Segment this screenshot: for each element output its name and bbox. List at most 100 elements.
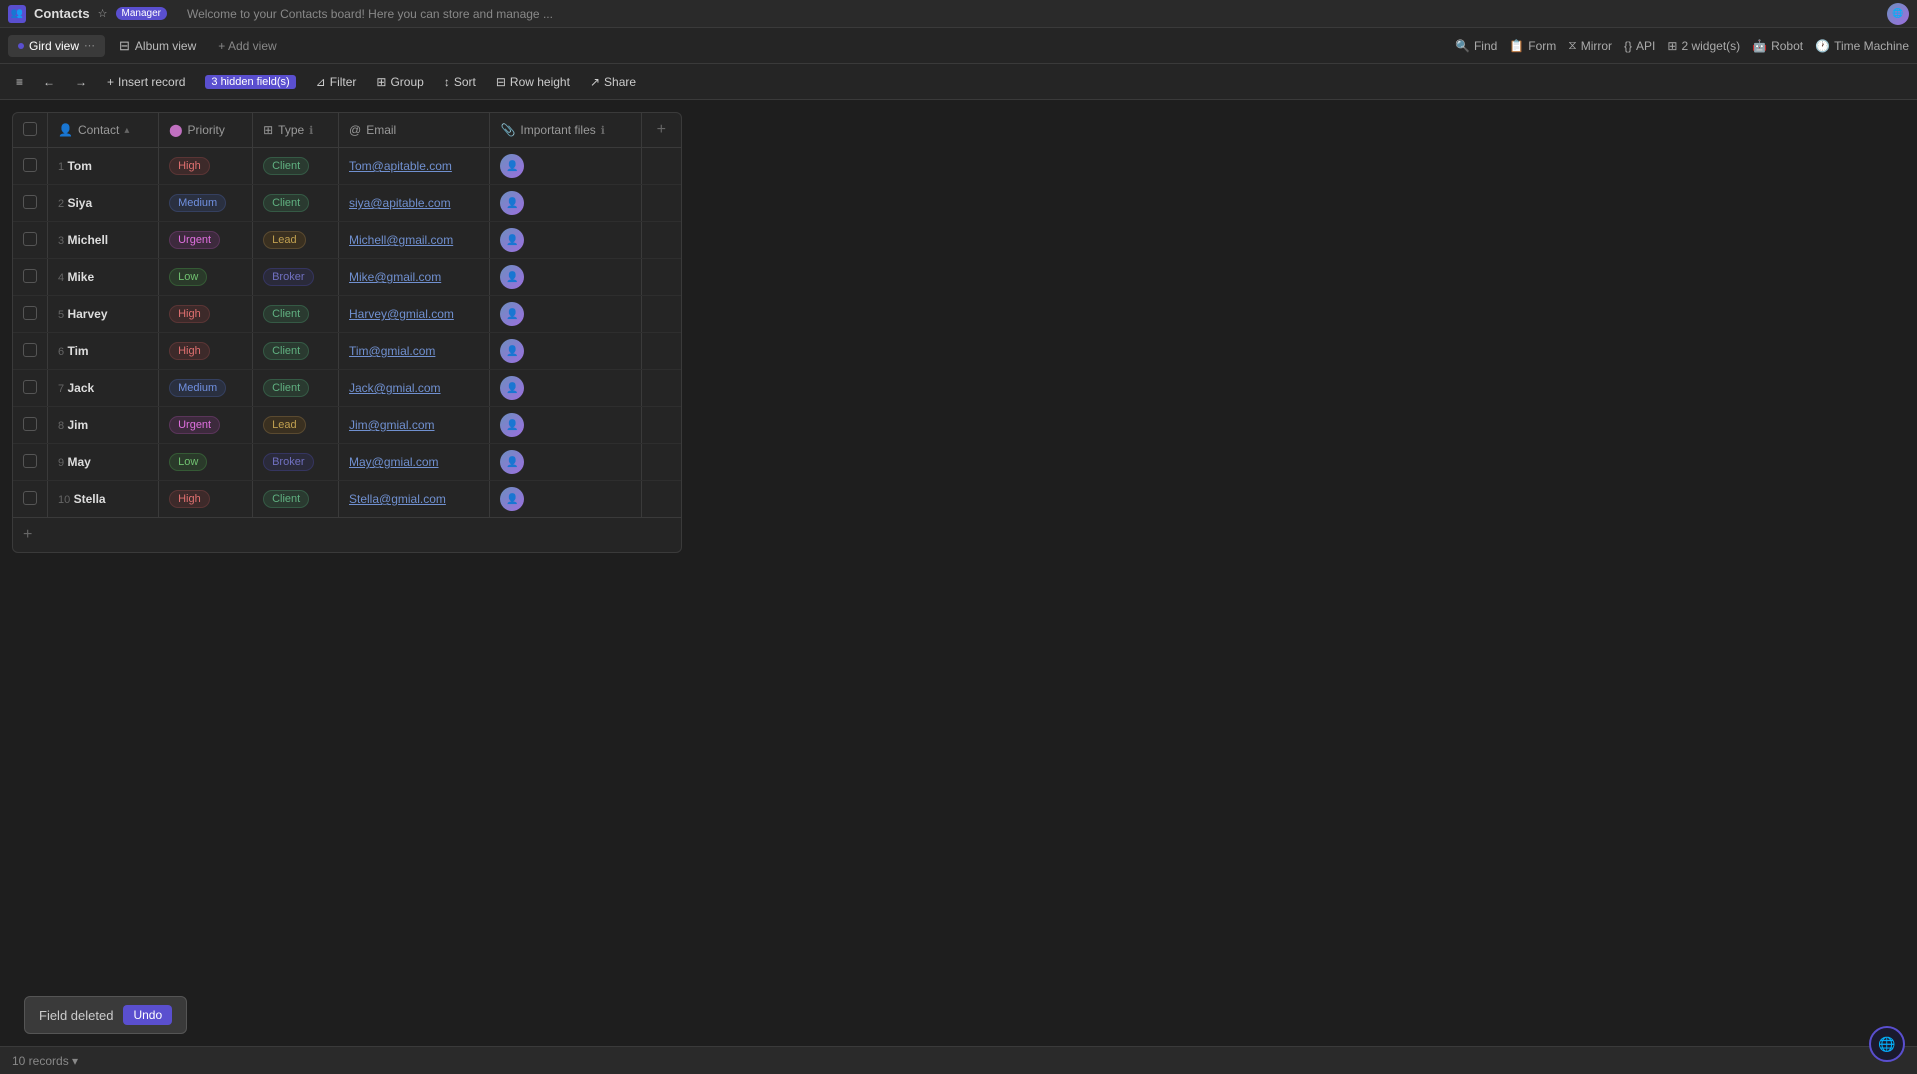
row-checkbox[interactable] — [23, 158, 37, 172]
col-priority[interactable]: ⬤ Priority — [159, 113, 253, 148]
row-checkbox[interactable] — [23, 306, 37, 320]
row-checkbox-cell[interactable] — [13, 370, 48, 407]
table-row[interactable]: 1 Tom High Client Tom@apitable.com 👤 — [13, 148, 681, 185]
row-checkbox-cell[interactable] — [13, 185, 48, 222]
row-type: Lead — [253, 407, 339, 444]
table-row[interactable]: 4 Mike Low Broker Mike@gmail.com 👤 — [13, 259, 681, 296]
undo-button[interactable]: Undo — [123, 1005, 172, 1025]
group-icon: ⊞ — [376, 75, 386, 89]
forward-button[interactable]: → — [67, 71, 95, 93]
find-button[interactable]: 🔍 Find — [1455, 39, 1497, 53]
sort-button[interactable]: ↕ Sort — [436, 71, 484, 93]
grid-view-menu-icon[interactable]: ⋯ — [84, 39, 95, 52]
tab-grid-view[interactable]: Gird view ⋯ — [8, 35, 105, 57]
row-checkbox[interactable] — [23, 195, 37, 209]
row-checkbox[interactable] — [23, 343, 37, 357]
type-badge: Broker — [263, 453, 313, 471]
group-button[interactable]: ⊞ Group — [368, 71, 431, 93]
file-avatar: 👤 — [500, 228, 524, 252]
time-machine-button[interactable]: 🕐 Time Machine — [1815, 39, 1909, 53]
email-link[interactable]: Mike@gmail.com — [349, 270, 441, 284]
row-email[interactable]: Mike@gmail.com — [339, 259, 490, 296]
table-row[interactable]: 6 Tim High Client Tim@gmial.com 👤 — [13, 333, 681, 370]
email-link[interactable]: siya@apitable.com — [349, 196, 451, 210]
table-row[interactable]: 8 Jim Urgent Lead Jim@gmial.com 👤 — [13, 407, 681, 444]
email-link[interactable]: Stella@gmial.com — [349, 492, 446, 506]
add-view-button[interactable]: + Add view — [210, 35, 284, 57]
table-row[interactable]: 3 Michell Urgent Lead Michell@gmail.com … — [13, 222, 681, 259]
row-email[interactable]: Jack@gmial.com — [339, 370, 490, 407]
row-checkbox[interactable] — [23, 491, 37, 505]
priority-badge: Urgent — [169, 416, 220, 434]
table-row[interactable]: 7 Jack Medium Client Jack@gmial.com 👤 — [13, 370, 681, 407]
email-link[interactable]: Tim@gmial.com — [349, 344, 435, 358]
back-button[interactable]: ← — [35, 71, 63, 93]
share-button[interactable]: ↗ Share — [582, 71, 644, 93]
hamburger-button[interactable]: ≡ — [8, 71, 31, 93]
row-count-bar: 10 records ▾ — [0, 1046, 1917, 1074]
table-row[interactable]: 2 Siya Medium Client siya@apitable.com 👤 — [13, 185, 681, 222]
row-email[interactable]: Jim@gmial.com — [339, 407, 490, 444]
insert-record-button[interactable]: + Insert record — [99, 71, 193, 93]
row-checkbox-cell[interactable] — [13, 481, 48, 518]
mirror-button[interactable]: ⧖ Mirror — [1568, 38, 1612, 53]
api-button[interactable]: {} API — [1624, 39, 1655, 53]
email-link[interactable]: Harvey@gmial.com — [349, 307, 454, 321]
row-checkbox-cell[interactable] — [13, 222, 48, 259]
add-column-button[interactable]: + — [641, 113, 681, 148]
album-icon: ⊟ — [119, 38, 130, 54]
row-priority: Medium — [159, 185, 253, 222]
add-row-button[interactable]: + — [13, 517, 681, 552]
row-email[interactable]: Harvey@gmial.com — [339, 296, 490, 333]
contacts-table: 👤 Contact ▴ ⬤ Priority ⊞ — [13, 113, 681, 517]
widgets-button[interactable]: ⊞ 2 widget(s) — [1667, 39, 1740, 53]
user-avatar[interactable]: 🌐 — [1887, 3, 1909, 25]
row-email[interactable]: Tim@gmial.com — [339, 333, 490, 370]
row-checkbox[interactable] — [23, 380, 37, 394]
row-checkbox[interactable] — [23, 269, 37, 283]
row-email[interactable]: siya@apitable.com — [339, 185, 490, 222]
email-link[interactable]: Jack@gmial.com — [349, 381, 441, 395]
row-checkbox-cell[interactable] — [13, 407, 48, 444]
hidden-fields-button[interactable]: 3 hidden field(s) — [197, 71, 303, 93]
form-button[interactable]: 📋 Form — [1509, 39, 1556, 53]
col-priority-label: Priority — [188, 123, 225, 137]
row-checkbox-cell[interactable] — [13, 444, 48, 481]
select-all-cell[interactable] — [13, 113, 48, 148]
row-checkbox-cell[interactable] — [13, 333, 48, 370]
col-important-files[interactable]: 📎 Important files ℹ — [490, 113, 641, 148]
table-row[interactable]: 10 Stella High Client Stella@gmial.com 👤 — [13, 481, 681, 518]
select-all-checkbox[interactable] — [23, 122, 37, 136]
col-email[interactable]: @ Email — [339, 113, 490, 148]
type-info-icon[interactable]: ℹ — [309, 124, 313, 137]
email-link[interactable]: Michell@gmail.com — [349, 233, 453, 247]
row-checkbox-cell[interactable] — [13, 259, 48, 296]
row-checkbox-cell[interactable] — [13, 296, 48, 333]
row-email[interactable]: Michell@gmail.com — [339, 222, 490, 259]
star-icon[interactable]: ☆ — [98, 7, 108, 20]
row-checkbox[interactable] — [23, 417, 37, 431]
files-info-icon[interactable]: ℹ — [601, 124, 605, 137]
row-email[interactable]: Tom@apitable.com — [339, 148, 490, 185]
robot-button[interactable]: 🤖 Robot — [1752, 39, 1803, 53]
row-checkbox-cell[interactable] — [13, 148, 48, 185]
contact-name: Tom — [67, 159, 91, 173]
email-link[interactable]: Jim@gmial.com — [349, 418, 435, 432]
email-link[interactable]: Tom@apitable.com — [349, 159, 452, 173]
row-email[interactable]: May@gmial.com — [339, 444, 490, 481]
type-badge: Client — [263, 379, 309, 397]
filter-button[interactable]: ⊿ Filter — [308, 71, 365, 93]
tab-album-view[interactable]: ⊟ Album view — [109, 34, 206, 58]
row-contact: 10 Stella — [48, 481, 159, 518]
row-checkbox[interactable] — [23, 232, 37, 246]
row-extra — [641, 444, 681, 481]
email-link[interactable]: May@gmial.com — [349, 455, 439, 469]
chevron-down-icon[interactable]: ▾ — [72, 1054, 78, 1068]
col-type[interactable]: ⊞ Type ℹ — [253, 113, 339, 148]
row-checkbox[interactable] — [23, 454, 37, 468]
col-contact[interactable]: 👤 Contact ▴ — [48, 113, 159, 148]
row-email[interactable]: Stella@gmial.com — [339, 481, 490, 518]
row-height-button[interactable]: ⊟ Row height — [488, 71, 578, 93]
table-row[interactable]: 5 Harvey High Client Harvey@gmial.com 👤 — [13, 296, 681, 333]
table-row[interactable]: 9 May Low Broker May@gmial.com 👤 — [13, 444, 681, 481]
